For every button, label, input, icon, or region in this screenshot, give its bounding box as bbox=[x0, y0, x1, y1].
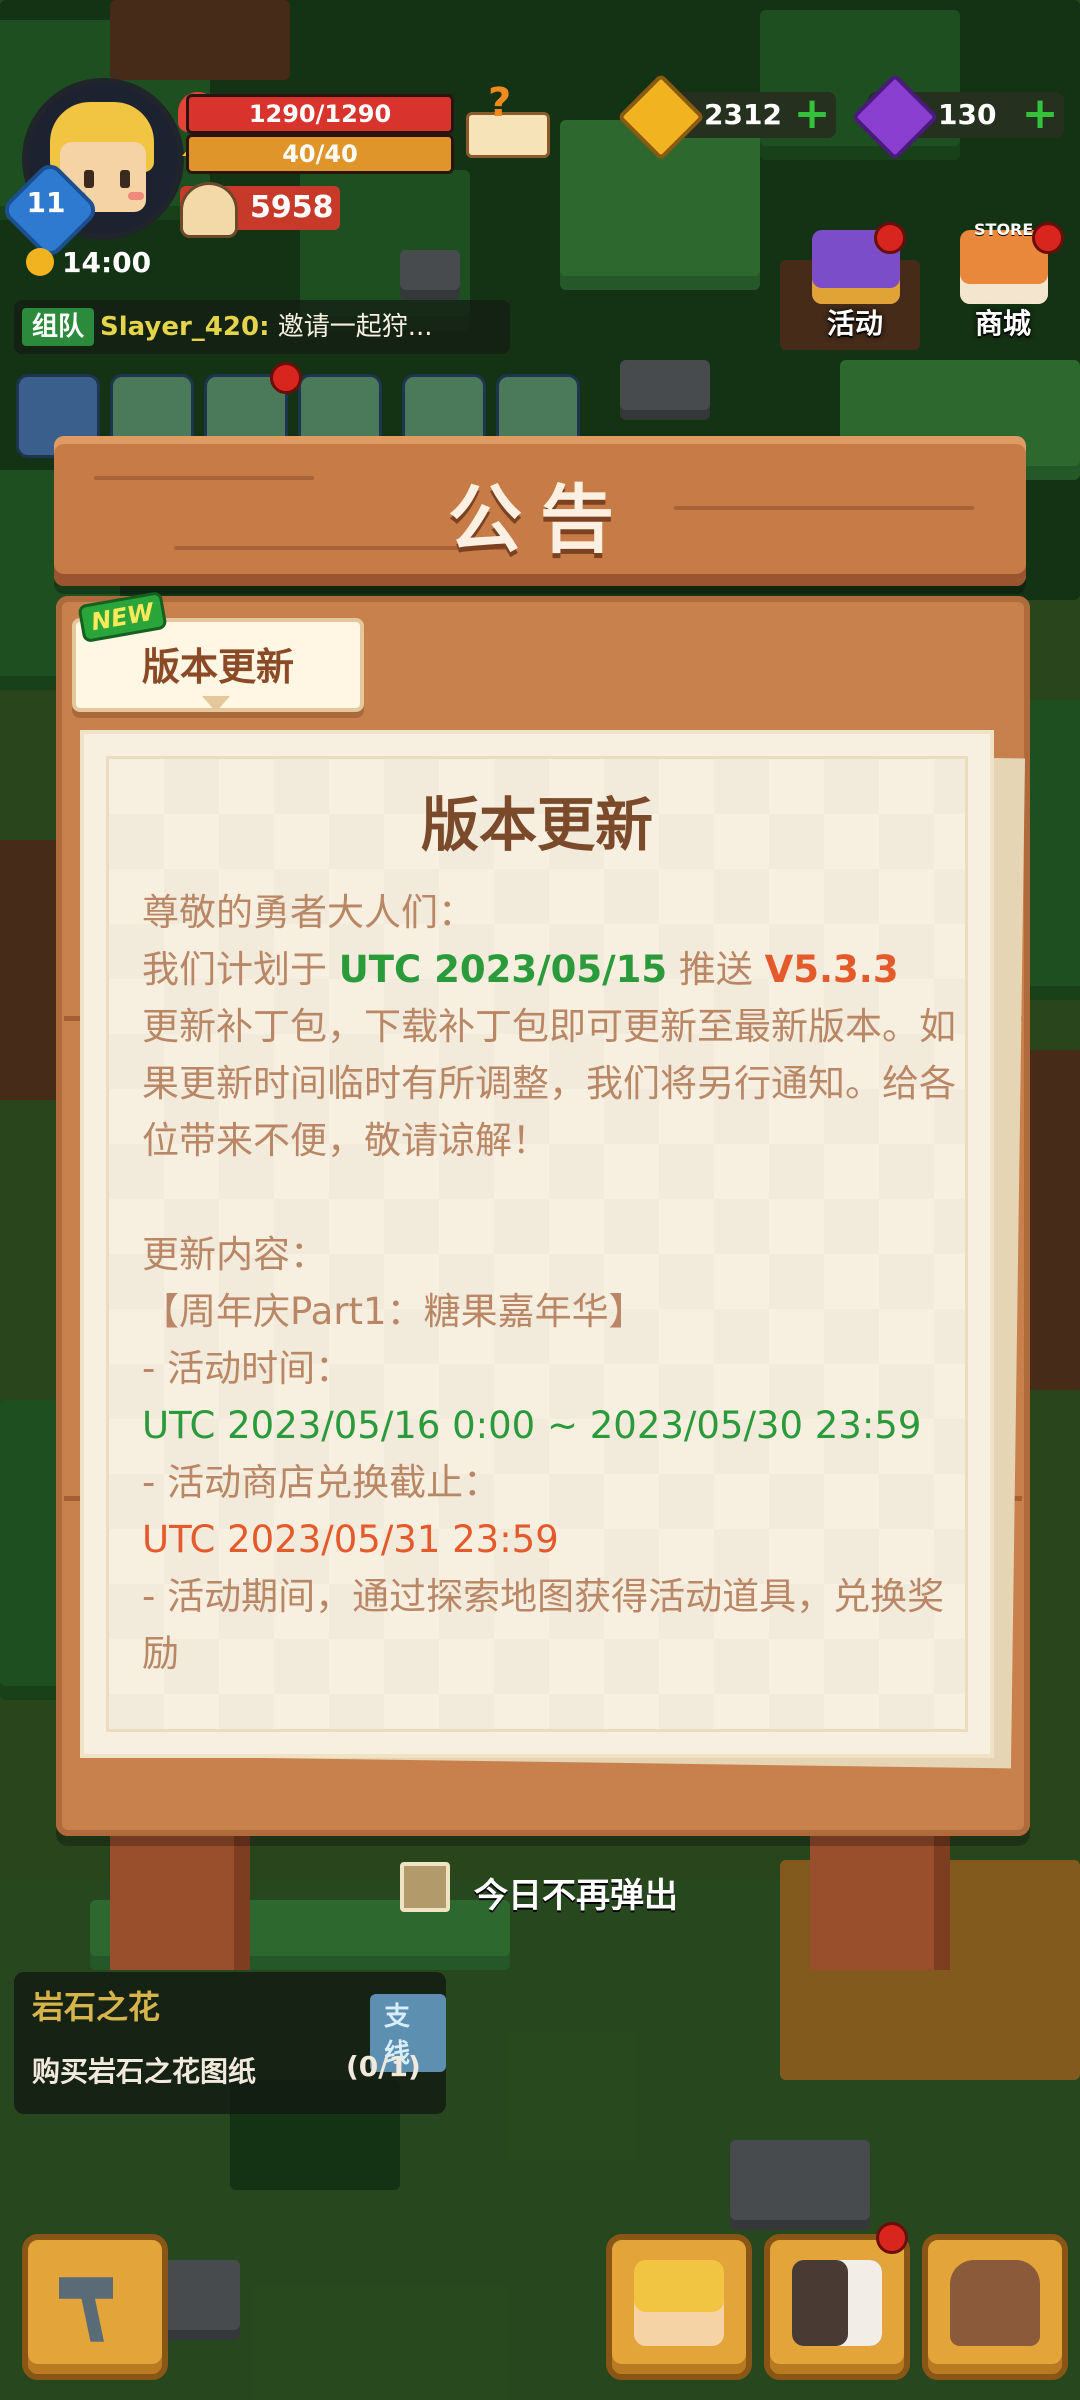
backpack-icon bbox=[950, 2260, 1040, 2346]
activity-button[interactable]: 活动 bbox=[800, 220, 910, 346]
hammer-icon bbox=[59, 2277, 113, 2342]
gold-counter: 2312 + bbox=[617, 73, 836, 161]
notification-dot bbox=[270, 362, 302, 394]
quest-progress: (0/1) bbox=[346, 2050, 421, 2083]
shop-button[interactable]: STORE 商城 bbox=[948, 220, 1064, 346]
pet-icon bbox=[792, 2260, 882, 2346]
announcement-title: 版本更新 bbox=[420, 791, 653, 859]
guide-book-button[interactable]: ? bbox=[462, 80, 550, 158]
gem-counter: 130 + bbox=[851, 73, 1064, 161]
question-icon: ? bbox=[488, 80, 512, 126]
notification-dot bbox=[874, 222, 906, 254]
add-gem-button[interactable]: + bbox=[1020, 92, 1060, 138]
dont-show-today-label: 今日不再弹出 bbox=[474, 1876, 678, 1916]
player-level: 11 bbox=[26, 186, 66, 219]
hero-face-icon bbox=[634, 2260, 724, 2346]
fist-icon bbox=[180, 182, 238, 238]
player-avatar-button[interactable]: 11 bbox=[0, 78, 184, 261]
add-gold-button[interactable]: + bbox=[792, 92, 832, 138]
announcement-body[interactable]: 尊敬的勇者大人们： 我们计划于 UTC 2023/05/15 推送 V5.3.3… bbox=[142, 884, 972, 1722]
backpack-button[interactable] bbox=[922, 2234, 1068, 2380]
game-clock: 14:00 bbox=[26, 246, 151, 279]
tab-pointer bbox=[202, 696, 230, 712]
quest-tracker[interactable]: 岩石之花 支线 购买岩石之花图纸 (0/1) bbox=[14, 1972, 446, 2114]
quest-title: 岩石之花 bbox=[32, 1988, 161, 2026]
sun-icon bbox=[26, 248, 54, 276]
quest-description: 购买岩石之花图纸 bbox=[32, 2055, 257, 2088]
pets-button[interactable] bbox=[764, 2234, 910, 2380]
notification-dot bbox=[876, 2222, 908, 2254]
energy-bar: 40/40 bbox=[186, 134, 454, 174]
chat-sender: Slayer_420: bbox=[100, 312, 270, 342]
health-bar: 1290/1290 bbox=[186, 94, 454, 134]
dont-show-today-checkbox[interactable] bbox=[400, 1862, 450, 1912]
board-post-right bbox=[810, 1820, 950, 1970]
board-title: 公告 bbox=[448, 477, 632, 563]
team-tag: 组队 bbox=[22, 308, 95, 346]
craft-hammer-button[interactable] bbox=[22, 2234, 168, 2380]
chat-ticker[interactable]: 组队 Slayer_420: 邀请一起狩... bbox=[14, 300, 510, 354]
notification-dot bbox=[1032, 222, 1064, 254]
chat-message: 邀请一起狩... bbox=[269, 312, 433, 342]
board-post-left bbox=[110, 1820, 250, 1970]
hero-button[interactable] bbox=[606, 2234, 752, 2380]
announcement-paper[interactable]: 版本更新 尊敬的勇者大人们： 我们计划于 UTC 2023/05/15 推送 V… bbox=[80, 730, 994, 1758]
